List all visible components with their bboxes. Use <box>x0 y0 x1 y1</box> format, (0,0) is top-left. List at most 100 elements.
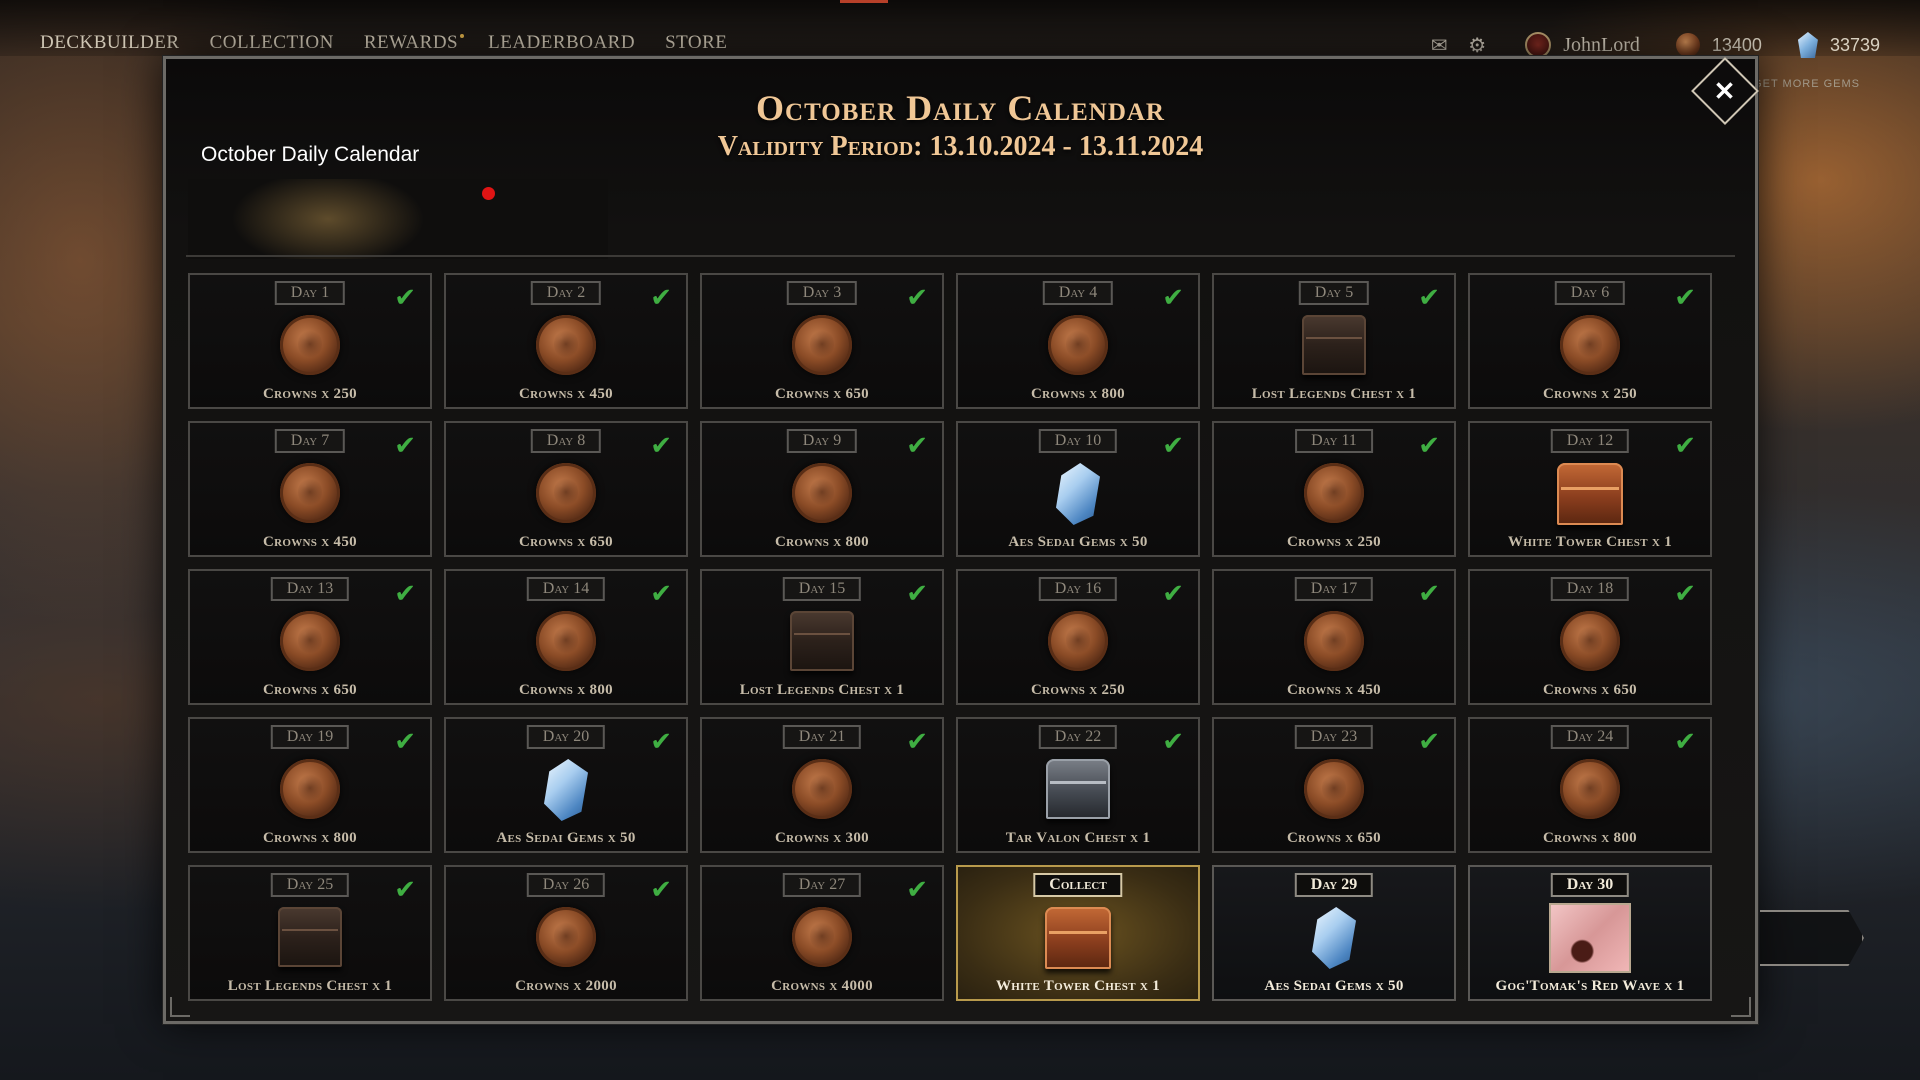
nav-collection[interactable]: COLLECTION <box>210 32 334 54</box>
reward-name: Crowns x 650 <box>775 386 869 402</box>
claimed-check-icon: ✔ <box>1418 579 1440 609</box>
calendar-day-cell[interactable]: Day 3 ✔ Crowns x 650 <box>700 273 944 409</box>
claimed-check-icon: ✔ <box>394 431 416 461</box>
collect-button[interactable]: Collect <box>1033 873 1123 897</box>
reward-name: Crowns x 450 <box>1287 682 1381 698</box>
calendar-day-cell[interactable]: Day 4 ✔ Crowns x 800 <box>956 273 1200 409</box>
calendar-day-cell[interactable]: Day 23 ✔ Crowns x 650 <box>1212 717 1456 853</box>
day-label: Day 15 <box>782 577 862 601</box>
calendar-day-cell[interactable]: Day 16 ✔ Crowns x 250 <box>956 569 1200 705</box>
lost-legends-chest-icon <box>790 611 854 671</box>
day-label: Day 13 <box>270 577 350 601</box>
gem-icon <box>1797 32 1818 58</box>
tar-valon-chest-icon <box>1046 759 1110 819</box>
crown-coin-icon <box>280 759 340 819</box>
calendar-day-cell[interactable]: Day 5 ✔ Lost Legends Chest x 1 <box>1212 273 1456 409</box>
lost-legends-chest-icon <box>278 907 342 967</box>
crown-coin-icon <box>792 463 852 523</box>
calendar-day-cell[interactable]: Day 13 ✔ Crowns x 650 <box>188 569 432 705</box>
day-label: Day 18 <box>1550 577 1630 601</box>
calendar-day-cell[interactable]: Day 27 ✔ Crowns x 4000 <box>700 865 944 1001</box>
calendar-day-cell[interactable]: Day 19 ✔ Crowns x 800 <box>188 717 432 853</box>
claimed-check-icon: ✔ <box>1162 283 1184 313</box>
next-arrow-button[interactable] <box>1760 910 1864 966</box>
claimed-check-icon: ✔ <box>1418 727 1440 757</box>
day-label: Day 7 <box>274 429 346 453</box>
day-label: Day 21 <box>782 725 862 749</box>
crown-coin-icon <box>792 907 852 967</box>
day-label: Day 23 <box>1294 725 1374 749</box>
calendar-day-cell[interactable]: Day 12 ✔ White Tower Chest x 1 <box>1468 421 1712 557</box>
claimed-check-icon: ✔ <box>906 283 928 313</box>
claimed-check-icon: ✔ <box>1674 283 1696 313</box>
tab-divider <box>186 255 1735 257</box>
day-label: Day 3 <box>786 281 858 305</box>
calendar-day-cell[interactable]: Day 1 ✔ Crowns x 250 <box>188 273 432 409</box>
crown-coin-icon <box>792 315 852 375</box>
avatar-icon <box>1525 32 1552 58</box>
reward-name: Crowns x 2000 <box>515 978 617 994</box>
claimed-check-icon: ✔ <box>1162 579 1184 609</box>
close-icon: ✕ <box>1714 75 1736 106</box>
claimed-check-icon: ✔ <box>1418 431 1440 461</box>
modal-title: October Daily Calendar <box>756 88 1165 128</box>
calendar-day-cell[interactable]: Day 7 ✔ Crowns x 450 <box>188 421 432 557</box>
white-tower-chest-icon <box>1557 463 1623 525</box>
nav-deckbuilder[interactable]: DECKBUILDER <box>40 32 180 54</box>
reward-name: Crowns x 650 <box>1287 830 1381 846</box>
calendar-day-cell[interactable]: Day 22 ✔ Tar Valon Chest x 1 <box>956 717 1200 853</box>
top-bar: DECKBUILDER COLLECTION REWARDS LEADERBOA… <box>0 0 1920 58</box>
crown-coin-icon <box>1048 315 1108 375</box>
day-label: Day 25 <box>270 873 350 897</box>
calendar-day-cell[interactable]: Day 24 ✔ Crowns x 800 <box>1468 717 1712 853</box>
claimed-check-icon: ✔ <box>650 283 672 313</box>
reward-name: Crowns x 450 <box>263 534 357 550</box>
calendar-day-cell[interactable]: Day 8 ✔ Crowns x 650 <box>444 421 688 557</box>
calendar-day-cell[interactable]: Day 9 ✔ Crowns x 800 <box>700 421 944 557</box>
calendar-day-cell[interactable]: Day 11 ✔ Crowns x 250 <box>1212 421 1456 557</box>
day-label: Day 14 <box>526 577 606 601</box>
calendar-day-cell[interactable]: Day 25 ✔ Lost Legends Chest x 1 <box>188 865 432 1001</box>
calendar-day-cell[interactable]: Day 10 ✔ Aes Sedai Gems x 50 <box>956 421 1200 557</box>
calendar-day-cell[interactable]: Day 20 ✔ Aes Sedai Gems x 50 <box>444 717 688 853</box>
crown-coin-icon <box>1304 463 1364 523</box>
gear-icon[interactable]: ⚙ <box>1465 33 1489 57</box>
calendar-day-cell[interactable]: Day 17 ✔ Crowns x 450 <box>1212 569 1456 705</box>
get-more-gems-link[interactable]: GET MORE GEMS <box>1753 78 1860 90</box>
crown-coin-icon <box>280 611 340 671</box>
day-label: Day 9 <box>786 429 858 453</box>
tab-notification-dot <box>482 187 495 200</box>
tab-october-calendar[interactable] <box>188 179 608 259</box>
mail-icon[interactable]: ✉ <box>1427 33 1451 57</box>
day-label: Day 20 <box>526 725 606 749</box>
nav-leaderboard[interactable]: LEADERBOARD <box>488 32 635 54</box>
claimed-check-icon: ✔ <box>1674 727 1696 757</box>
calendar-day-cell[interactable]: Day 18 ✔ Crowns x 650 <box>1468 569 1712 705</box>
calendar-day-cell[interactable]: Day 15 ✔ Lost Legends Chest x 1 <box>700 569 944 705</box>
aes-sedai-gem-icon <box>1312 907 1356 969</box>
reward-name: Crowns x 250 <box>1287 534 1381 550</box>
day-label: Day 29 <box>1294 873 1374 897</box>
day-label: Day 8 <box>530 429 602 453</box>
calendar-day-cell[interactable]: Day 26 ✔ Crowns x 2000 <box>444 865 688 1001</box>
calendar-day-cell[interactable]: Day 2 ✔ Crowns x 450 <box>444 273 688 409</box>
tab-label: October Daily Calendar <box>201 143 420 166</box>
reward-name: Lost Legends Chest x 1 <box>227 978 393 994</box>
reward-name: Crowns x 800 <box>775 534 869 550</box>
calendar-day-cell[interactable]: Day 14 ✔ Crowns x 800 <box>444 569 688 705</box>
reward-name: Crowns x 800 <box>1543 830 1637 846</box>
crown-icon <box>1675 33 1700 57</box>
gems-balance: 33739 <box>1797 32 1880 58</box>
calendar-day-cell[interactable]: Collect White Tower Chest x 1 <box>956 865 1200 1001</box>
nav-store[interactable]: STORE <box>665 32 727 54</box>
calendar-day-cell[interactable]: Day 6 ✔ Crowns x 250 <box>1468 273 1712 409</box>
nav-rewards[interactable]: REWARDS <box>363 32 465 54</box>
daily-calendar-modal: October Daily Calendar Validity Period: … <box>163 56 1759 1024</box>
claimed-check-icon: ✔ <box>906 727 928 757</box>
calendar-day-cell[interactable]: Day 29 Aes Sedai Gems x 50 <box>1212 865 1456 1001</box>
nav-rewards-label: REWARDS <box>363 32 459 53</box>
calendar-day-cell[interactable]: Day 30 Gog'Tomak's Red Wave x 1 <box>1468 865 1712 1001</box>
user-profile[interactable]: JohnLord <box>1525 32 1640 58</box>
crown-coin-icon <box>1560 759 1620 819</box>
calendar-day-cell[interactable]: Day 21 ✔ Crowns x 300 <box>700 717 944 853</box>
